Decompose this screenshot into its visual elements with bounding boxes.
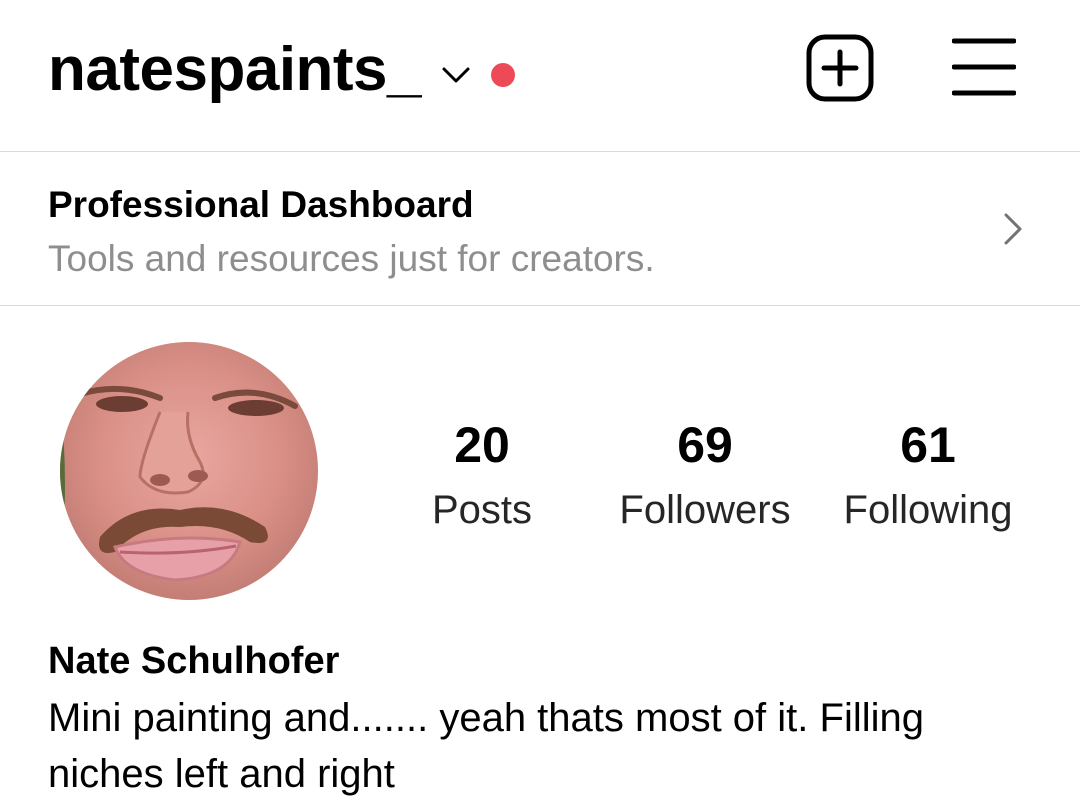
avatar-face-illustration xyxy=(60,342,318,600)
following-count: 61 xyxy=(900,417,956,473)
professional-dashboard-link[interactable]: Professional Dashboard Tools and resourc… xyxy=(0,152,1080,306)
followers-label: Followers xyxy=(619,488,791,532)
notification-dot xyxy=(491,63,516,87)
followers-count: 69 xyxy=(677,417,733,473)
top-header: natespaints_ xyxy=(0,0,1080,152)
plus-square-icon[interactable] xyxy=(806,34,874,102)
posts-stat[interactable]: 20 Posts xyxy=(362,410,602,540)
account-switcher[interactable]: natespaints_ xyxy=(48,30,516,110)
dashboard-subtitle: Tools and resources just for creators. xyxy=(48,238,655,279)
profile-photo[interactable] xyxy=(60,342,318,600)
posts-count: 20 xyxy=(454,417,510,473)
profile-full-name: Nate Schulhofer xyxy=(48,640,340,682)
chevron-right-icon xyxy=(1004,213,1022,245)
profile-bio: Mini painting and....... yeah thats most… xyxy=(48,696,924,796)
followers-stat[interactable]: 69 Followers xyxy=(585,410,825,540)
profile-page: natespaints_ Professional Dashboard Tool… xyxy=(0,0,1080,810)
hamburger-menu-icon[interactable] xyxy=(952,36,1016,98)
chevron-down-icon xyxy=(442,67,470,83)
posts-label: Posts xyxy=(431,488,533,532)
username: natespaints_ xyxy=(48,35,422,104)
dashboard-title: Professional Dashboard xyxy=(48,184,474,225)
following-label: Following xyxy=(843,488,1013,532)
following-stat[interactable]: 61 Following xyxy=(808,410,1048,540)
